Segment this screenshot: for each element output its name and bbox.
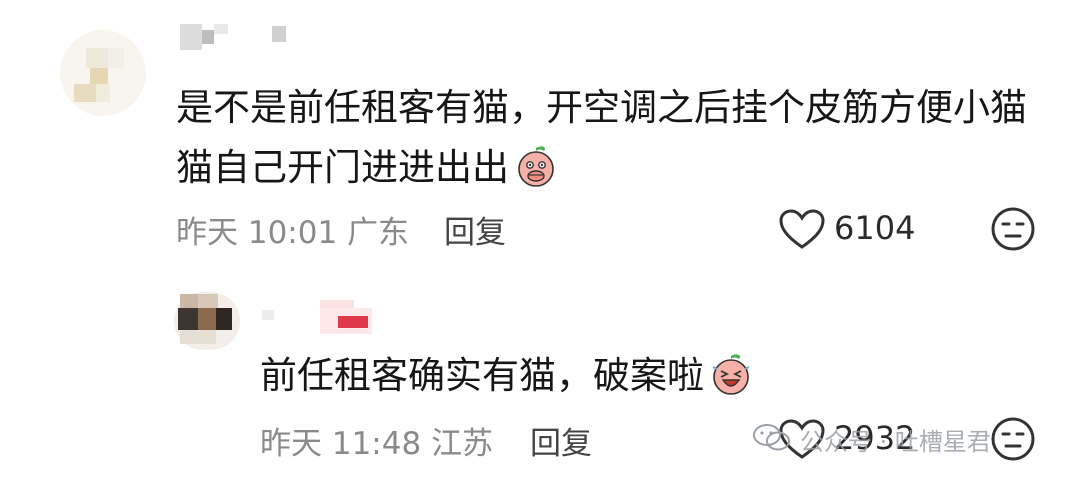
watermark-text: 公众号 · 吐槽星君 xyxy=(800,428,991,456)
avatar[interactable] xyxy=(174,292,240,350)
comment-text-content: 前任租客确实有猫，破案啦 xyxy=(260,354,704,397)
like-count: 6104 xyxy=(834,209,916,247)
avatar[interactable] xyxy=(60,30,146,116)
comment-text-line-2: 猫自己开门进进出出 xyxy=(176,138,1027,206)
comment-time: 昨天 10:01 xyxy=(176,215,338,251)
reply-button[interactable]: 回复 xyxy=(530,418,592,463)
comment-text: 前任租客确实有猫，破案啦 xyxy=(260,346,754,414)
comment-meta: 昨天 10:01 广东 xyxy=(176,207,409,252)
comment-location: 广东 xyxy=(347,215,410,251)
neutral-face-icon[interactable] xyxy=(990,206,1036,252)
covering-mouth-peach-emoji xyxy=(513,142,559,206)
heart-icon xyxy=(779,209,825,249)
reply-button[interactable]: 回复 xyxy=(444,207,506,252)
laughing-peach-emoji xyxy=(708,350,754,414)
comment-text: 是不是前任租客有猫，开空调之后挂个皮筋方便小猫 猫自己开门进进出出 xyxy=(176,78,1027,206)
username[interactable] xyxy=(180,24,300,54)
wechat-icon xyxy=(753,424,790,451)
comment-text-line-2-text: 猫自己开门进进出出 xyxy=(176,146,509,189)
like-button[interactable]: 6104 xyxy=(778,206,938,252)
comment-text-line-1: 是不是前任租客有猫，开空调之后挂个皮筋方便小猫 xyxy=(176,86,1027,129)
comment-location: 江苏 xyxy=(431,426,494,462)
comment-time: 昨天 11:48 xyxy=(260,426,422,462)
comment-meta: 昨天 11:48 江苏 xyxy=(260,418,493,463)
username[interactable] xyxy=(262,300,402,334)
neutral-face-icon[interactable] xyxy=(990,416,1036,462)
